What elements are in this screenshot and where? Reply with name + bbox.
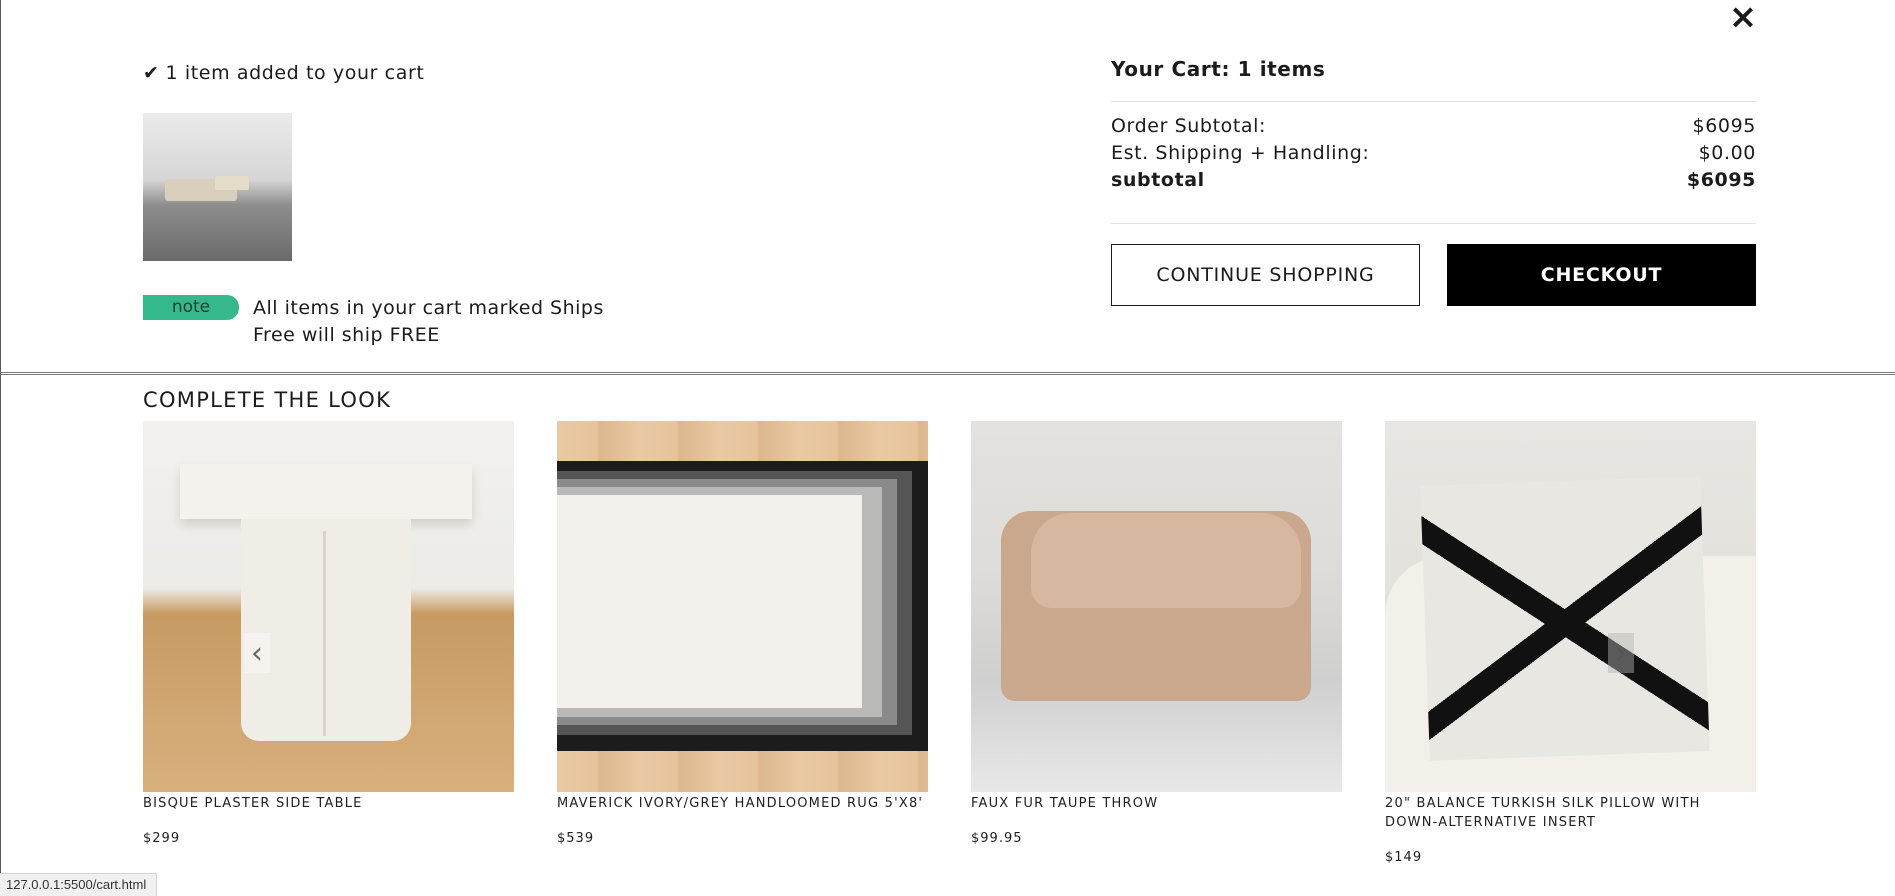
modal-left-border	[0, 0, 1, 895]
close-icon[interactable]: ×	[1728, 0, 1758, 34]
product-name[interactable]: BISQUE PLASTER SIDE TABLE	[143, 794, 514, 813]
product-price: $99.95	[971, 831, 1023, 846]
checkout-button[interactable]: CHECKOUT	[1447, 244, 1756, 306]
shipping-label: Est. Shipping + Handling:	[1111, 142, 1370, 164]
subtotal-value: $6095	[1686, 169, 1756, 191]
order-subtotal-label: Order Subtotal:	[1111, 115, 1267, 137]
product-image[interactable]	[1385, 421, 1756, 792]
throw-fold-shape	[1031, 513, 1301, 608]
sofa-chaise-shape	[215, 176, 249, 190]
cart-title: Your Cart: 1 items	[1111, 57, 1326, 81]
product-card[interactable]: BISQUE PLASTER SIDE TABLE $299	[143, 421, 514, 846]
pillow-shape	[1420, 476, 1710, 761]
product-price: $539	[557, 831, 595, 846]
product-image[interactable]	[557, 421, 928, 792]
product-card[interactable]: MAVERICK IVORY/GREY HANDLOOMED RUG 5'X8'…	[557, 421, 928, 846]
product-card[interactable]: FAUX FUR TAUPE THROW $99.95	[971, 421, 1342, 846]
shipping-value: $0.00	[1698, 142, 1756, 164]
product-name[interactable]: FAUX FUR TAUPE THROW	[971, 794, 1342, 813]
table-base-shape	[241, 519, 411, 741]
product-name[interactable]: MAVERICK IVORY/GREY HANDLOOMED RUG 5'X8'	[557, 794, 928, 813]
table-crease-shape	[323, 531, 326, 736]
complete-the-look-title: COMPLETE THE LOOK	[143, 388, 392, 412]
status-bar-url: 127.0.0.1:5500/cart.html	[0, 873, 158, 896]
order-subtotal-row: Order Subtotal: $6095	[1111, 115, 1756, 137]
product-name[interactable]: 20" BALANCE TURKISH SILK PILLOW WITH DOW…	[1385, 794, 1756, 832]
product-image[interactable]	[143, 421, 514, 792]
subtotal-label: subtotal	[1111, 169, 1205, 191]
product-card[interactable]: 20" BALANCE TURKISH SILK PILLOW WITH DOW…	[1385, 421, 1756, 865]
added-to-cart-text: 1 item added to your cart	[165, 62, 425, 84]
table-top-shape	[180, 464, 472, 519]
note-badge: note	[143, 295, 239, 320]
carousel-prev-icon[interactable]: ‹	[244, 633, 270, 673]
section-divider	[0, 372, 1895, 375]
note-text: All items in your cart marked Ships Free…	[253, 297, 604, 346]
shipping-row: Est. Shipping + Handling: $0.00	[1111, 142, 1756, 164]
product-price: $299	[143, 831, 181, 846]
subtotal-row: subtotal $6095	[1111, 169, 1756, 191]
rug-field-shape	[557, 495, 862, 708]
continue-shopping-button[interactable]: CONTINUE SHOPPING	[1111, 244, 1420, 306]
carousel-next-icon[interactable]: ›	[1608, 633, 1634, 673]
added-to-cart-message: ✔ 1 item added to your cart	[143, 62, 424, 84]
checkmark-icon: ✔	[143, 62, 160, 84]
cart-divider-top	[1111, 101, 1756, 102]
product-image[interactable]	[971, 421, 1342, 792]
order-subtotal-value: $6095	[1692, 115, 1756, 137]
product-price: $149	[1385, 850, 1423, 865]
cart-divider-bottom	[1111, 223, 1756, 224]
cart-item-thumbnail[interactable]	[143, 113, 292, 261]
